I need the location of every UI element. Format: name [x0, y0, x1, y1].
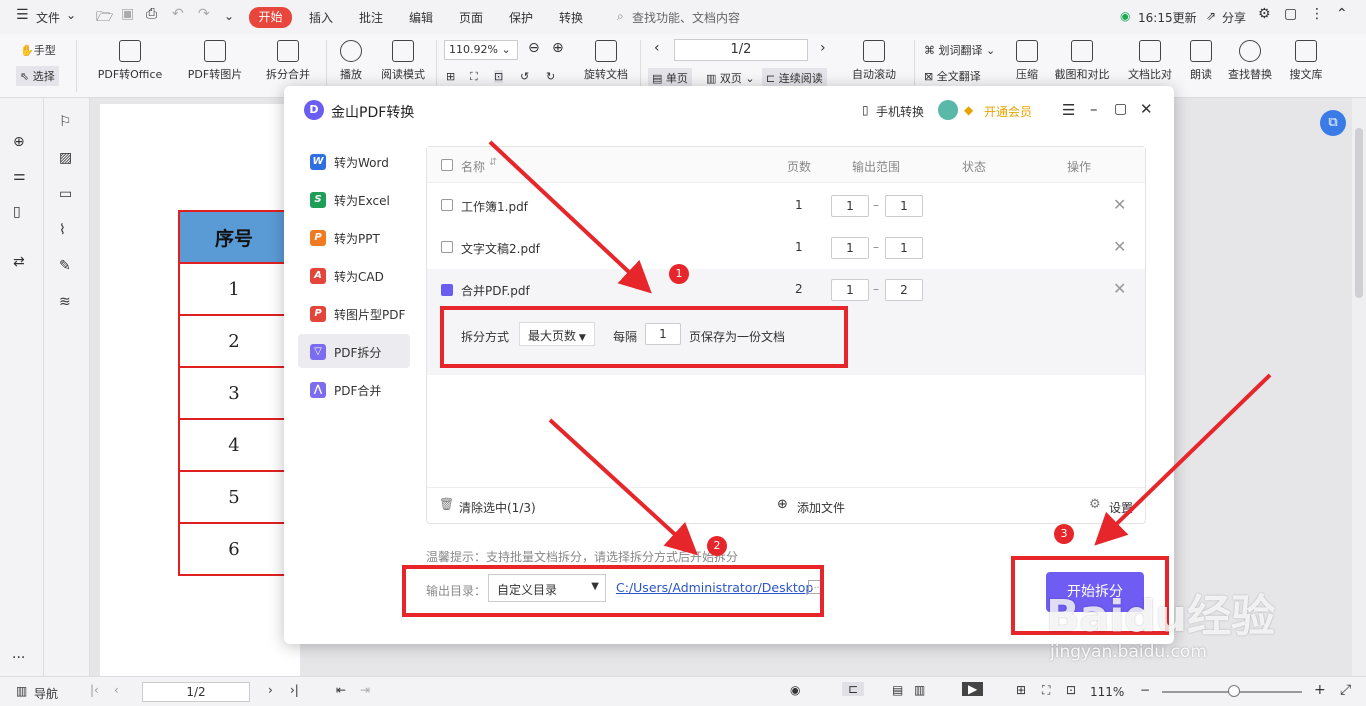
- annotation-arrow-1: [488, 140, 652, 294]
- status-bar: ▥ 导航 |‹ ‹ 1/2 › ›| ⇤ ⇥ ◉ ⊏ ▤ ▥ ▶ ⊞ ⛶ ⊡ 1…: [0, 676, 1366, 706]
- zoom-level[interactable]: 111%: [1090, 685, 1124, 699]
- forward-icon[interactable]: ⇥: [360, 683, 370, 697]
- fit-page-icon[interactable]: ⛶: [1042, 683, 1050, 698]
- annotation-arrow-3: [1094, 373, 1272, 546]
- actual-size-icon[interactable]: ⊞: [1016, 683, 1026, 697]
- annotation-arrow-2: [548, 418, 698, 556]
- zoom-slider-handle[interactable]: [1228, 685, 1240, 697]
- fullscreen-icon[interactable]: ⤢: [1340, 682, 1351, 698]
- last-page-icon[interactable]: ›|: [290, 683, 299, 697]
- page-input[interactable]: 1/2: [142, 682, 250, 702]
- watermark-logo: Baidu经验: [1046, 591, 1276, 642]
- next-page-icon[interactable]: ›: [268, 683, 273, 697]
- zoom-out-icon[interactable]: −: [1140, 683, 1150, 697]
- zoom-in-icon[interactable]: +: [1314, 682, 1326, 698]
- nav-panel-button[interactable]: 导航: [34, 685, 58, 702]
- continuous-view-icon[interactable]: ⊏: [842, 682, 865, 696]
- nav-panel-icon[interactable]: ▥: [16, 684, 27, 698]
- eye-icon[interactable]: ◉: [790, 683, 800, 697]
- fit-width-icon[interactable]: ⊡: [1066, 683, 1076, 697]
- double-view-icon[interactable]: ▥: [914, 683, 925, 697]
- watermark-url: jingyan.baidu.com: [1050, 642, 1207, 662]
- prev-page-icon[interactable]: ‹: [114, 683, 119, 697]
- play-icon[interactable]: ▶: [962, 682, 984, 696]
- back-icon[interactable]: ⇤: [336, 683, 346, 697]
- first-page-icon[interactable]: |‹: [90, 683, 99, 697]
- single-view-icon[interactable]: ▤: [892, 683, 903, 697]
